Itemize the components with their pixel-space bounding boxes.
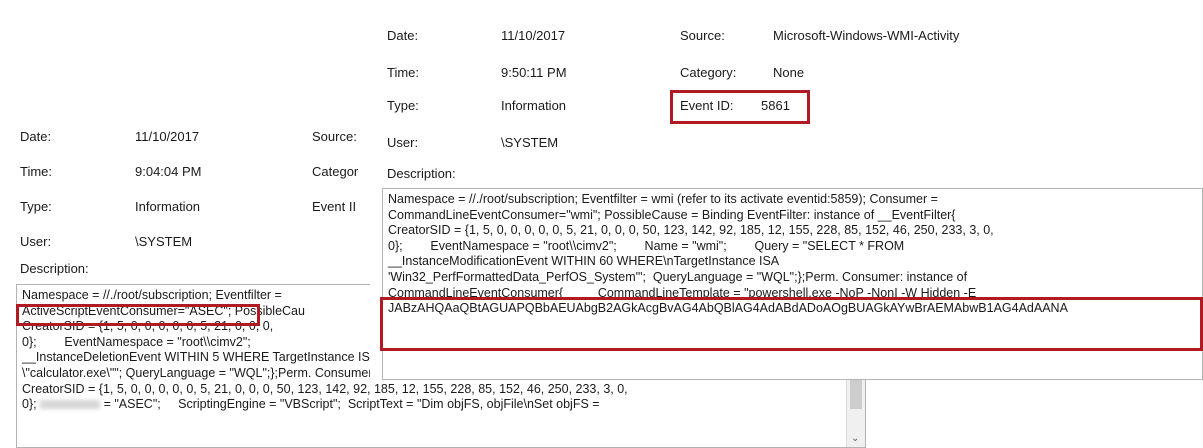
description-line: 0}; EventNamespace = "root\\cimv2"; Name… <box>388 238 905 253</box>
description-line: CreatorSID = {1, 5, 0, 0, 0, 0, 0, 5, 21… <box>388 223 994 238</box>
time-value: 9:04:04 PM <box>135 164 202 179</box>
event-id-label: Event II <box>312 199 357 214</box>
event-properties-panel-right: Date: 11/10/2017 Source: Microsoft-Windo… <box>370 10 1203 380</box>
category-label: Categor <box>312 164 359 179</box>
description-line: CommandLineEventConsumer="wmi"; Possible… <box>388 207 956 222</box>
category-label: Category: <box>680 65 737 80</box>
source-value: Microsoft-Windows-WMI-Activity <box>773 28 960 43</box>
category-value: None <box>773 65 805 80</box>
event-id-label: Event ID: <box>680 98 734 113</box>
user-value: \SYSTEM <box>135 234 193 249</box>
description-line: CommandLineEventConsumer{ CommandLineTem… <box>388 285 977 300</box>
time-value: 9:50:11 PM <box>501 65 567 80</box>
date-label: Date: <box>387 28 419 43</box>
user-label: User: <box>20 234 52 249</box>
date-value: 11/10/2017 <box>501 28 566 43</box>
source-label: Source: <box>312 129 357 144</box>
description-label: Description: <box>387 166 456 181</box>
time-label: Time: <box>20 164 53 179</box>
source-label: Source: <box>680 28 725 43</box>
description-line: CreatorSID = {1, 5, 0, 0, 0, 0, 0, 5, 21… <box>22 381 628 396</box>
description-line: 'Win32_PerfFormattedData_PerfOS_System'"… <box>388 269 968 284</box>
redacted-block <box>40 400 101 410</box>
description-line-rest: = "ASEC"; ScriptingEngine = "VBScript"; … <box>103 397 600 412</box>
time-label: Time: <box>387 65 420 80</box>
date-label: Date: <box>20 129 52 144</box>
description-textbox[interactable]: Namespace = //./root/subscription; Event… <box>382 188 1203 380</box>
description-line: Namespace = //./root/subscription; Event… <box>388 192 938 206</box>
description-line: 0}; = "ASEC"; ScriptingEngine = "VBScrip… <box>22 397 860 413</box>
user-label: User: <box>387 135 419 150</box>
event-id-value: 5861 <box>761 98 790 113</box>
type-label: Type: <box>20 199 52 214</box>
type-value: Information <box>501 98 567 113</box>
description-line: __InstanceModificationEvent WITHIN 60 WH… <box>388 254 780 269</box>
description-line: JABzAHQAaQBtAGUAPQBbAEUAbgB2AGkAcgBvAG4A… <box>388 301 1068 316</box>
user-value: \SYSTEM <box>501 135 559 150</box>
date-value: 11/10/2017 <box>135 129 200 144</box>
type-value: Information <box>135 199 201 214</box>
description-line-prefix: 0}; <box>22 397 37 412</box>
description-label: Description: <box>20 261 89 276</box>
type-label: Type: <box>387 98 419 113</box>
scroll-down-icon[interactable]: ⌄ <box>851 431 859 447</box>
